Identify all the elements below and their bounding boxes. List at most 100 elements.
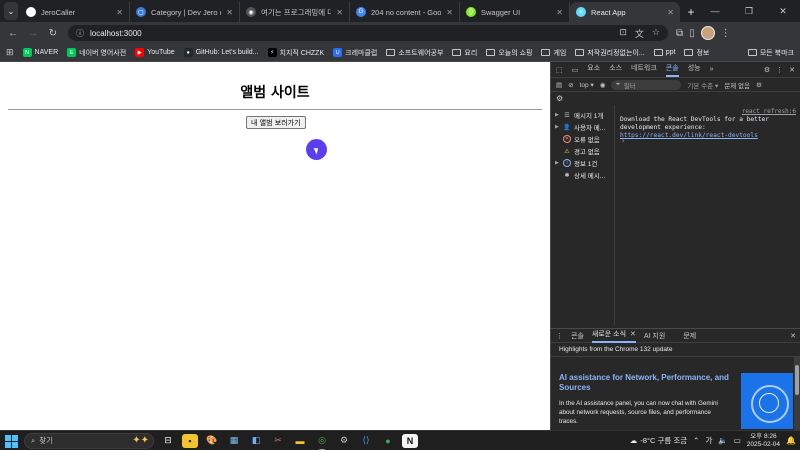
slack-icon[interactable]: ●	[380, 434, 396, 448]
filter-input[interactable]: ⏷ 필터	[611, 79, 682, 90]
bookmark-item[interactable]: ● GitHub: Let's build...	[183, 48, 259, 57]
back-button[interactable]: ←	[4, 24, 22, 42]
calculator-icon[interactable]: ▦	[226, 434, 242, 448]
devtools-tab[interactable]: 요소	[587, 63, 600, 77]
drawer-scrollbar[interactable]	[794, 357, 800, 431]
site-info-icon[interactable]: ⓘ	[76, 28, 84, 39]
clock[interactable]: 오후 8:26 2025-02-04	[747, 433, 780, 449]
scrollbar-thumb[interactable]	[795, 365, 799, 395]
language-icon[interactable]: 가	[705, 435, 712, 446]
minimize-button[interactable]: —	[698, 0, 732, 22]
close-tab-icon[interactable]: ✕	[446, 8, 453, 17]
taskbar-search[interactable]: ⌕ 찾기 ✦✦	[24, 432, 154, 449]
settings-app-icon[interactable]: ⚙	[336, 434, 352, 448]
bookmark-item[interactable]: N NAVER	[22, 48, 58, 57]
translate-icon[interactable]: 文	[635, 27, 644, 40]
bookmark-item[interactable]: 오늘의 쇼핑	[486, 48, 532, 58]
browser-tab[interactable]: ● JeroCaller ✕	[20, 2, 130, 22]
console-sidebar-item[interactable]: ▶ 👤 사용자 메...	[551, 121, 614, 133]
gear-icon[interactable]: ⚙	[556, 94, 563, 103]
view-my-album-button[interactable]: 내 앨범 보러가기	[246, 116, 306, 129]
close-drawer-icon[interactable]: ✕	[790, 332, 796, 340]
drawer-tab[interactable]: 새로운 소식 ✕	[591, 329, 636, 343]
bookmark-item[interactable]: 정보	[684, 48, 709, 58]
split-view-icon[interactable]: ▯	[689, 28, 695, 39]
log-levels-dropdown[interactable]: 기본 수준 ▾	[687, 80, 718, 90]
whats-new-headline[interactable]: AI assistance for Network, Performance, …	[559, 373, 729, 393]
live-expression-icon[interactable]: ◉	[600, 81, 606, 89]
vscode-icon[interactable]: ⟨⟩	[358, 434, 374, 448]
drawer-menu-icon[interactable]: ⋮	[556, 332, 563, 340]
kebab-menu-icon[interactable]: ⋮	[721, 28, 731, 39]
sidebar-toggle-icon[interactable]: ▤	[556, 81, 562, 89]
device-toolbar-icon[interactable]: ▭	[572, 66, 579, 74]
profile-avatar[interactable]	[700, 26, 715, 40]
close-tab-icon[interactable]: ✕	[630, 331, 636, 338]
bookmark-item[interactable]: 소프트웨어공부	[386, 48, 443, 58]
snipping-tool-icon[interactable]: ✂	[270, 434, 286, 448]
devtools-tab[interactable]: 콘솔	[665, 63, 679, 77]
bookmark-item[interactable]: 요리	[452, 48, 477, 58]
more-tabs-icon[interactable]: »	[710, 66, 714, 73]
close-devtools-icon[interactable]: ✕	[789, 66, 795, 74]
settings-gear-icon[interactable]: ⚙	[764, 66, 770, 74]
reload-button[interactable]: ↻	[44, 24, 62, 42]
console-sidebar-item[interactable]: ⚠ 경고 없음	[551, 145, 614, 157]
apps-grid-icon[interactable]: ⊞	[6, 47, 14, 58]
console-sidebar-item[interactable]: ✕ 오류 없음	[551, 133, 614, 145]
context-selector[interactable]: top ▾	[580, 81, 594, 89]
windows-start-button[interactable]	[4, 434, 18, 448]
all-bookmarks[interactable]: 모든 북마크	[747, 48, 794, 58]
photos-icon[interactable]: ◧	[248, 434, 264, 448]
console-prompt[interactable]: ›	[621, 137, 625, 145]
console-sidebar-item[interactable]: ▶ ☰ 메시지 1개	[551, 109, 614, 121]
inspect-element-icon[interactable]: ⬚	[556, 66, 563, 74]
volume-icon[interactable]: 🔈	[718, 436, 727, 445]
show-hidden-icons-icon[interactable]: ⌃	[693, 436, 699, 445]
close-tab-icon[interactable]: ✕	[226, 8, 233, 17]
source-link[interactable]: react_refresh:6	[620, 108, 796, 115]
console-sidebar-item[interactable]: ▶ i 정보 1건	[551, 157, 614, 169]
issues-indicator[interactable]: 문제 없음	[724, 80, 750, 90]
tab-search-button[interactable]: ⌄	[4, 2, 18, 20]
extensions-icon[interactable]: ⧉	[676, 28, 683, 39]
bookmark-item[interactable]: U 크레마클럽	[333, 48, 377, 58]
chrome-icon[interactable]: ◎	[314, 434, 330, 450]
drawer-tab[interactable]: AI 지원	[644, 331, 665, 341]
browser-tab[interactable]: {} Swagger UI ✕	[460, 2, 570, 22]
console-settings-icon[interactable]: ⚙	[756, 81, 762, 89]
clear-console-icon[interactable]: ⊘	[568, 81, 573, 89]
bookmark-item[interactable]: E 네이버 영어사전	[67, 48, 126, 58]
close-tab-icon[interactable]: ✕	[116, 8, 123, 17]
bookmark-item[interactable]: 저작권리정없는이...	[575, 48, 645, 58]
weather-widget[interactable]: ☁ -8°C 구름 조금	[630, 435, 687, 446]
devtools-tab[interactable]: 네트워크	[631, 63, 657, 77]
install-app-icon[interactable]: ⊡	[619, 27, 627, 40]
address-bar[interactable]: ⓘ localhost:3000 ⊡ 文 ☆	[68, 25, 668, 41]
close-tab-icon[interactable]: ✕	[556, 8, 563, 17]
devtools-menu-icon[interactable]: ⋮	[776, 66, 783, 74]
bookmark-item[interactable]: 게임	[541, 48, 566, 58]
sticky-notes-icon[interactable]: ▪	[182, 433, 198, 448]
notion-icon[interactable]: N	[402, 433, 418, 448]
paint-icon[interactable]: 🎨	[204, 434, 220, 448]
devtools-tab[interactable]: 소스	[609, 63, 622, 77]
issues-tab[interactable]: 문제	[683, 331, 696, 341]
close-window-button[interactable]: ✕	[766, 0, 800, 22]
notification-bell-icon[interactable]: 🔔	[786, 436, 796, 445]
battery-icon[interactable]: ▭	[734, 436, 741, 445]
browser-tab[interactable]: ◉ 여기는 프로그래밍에 대한 ✕	[240, 2, 350, 22]
file-explorer-icon[interactable]: ▬	[292, 434, 308, 448]
bookmark-item[interactable]: ▶ YouTube	[135, 48, 175, 57]
drawer-tab[interactable]: 콘솔	[571, 331, 584, 341]
console-sidebar-item[interactable]: ✱ 상세 메시...	[551, 169, 614, 181]
maximize-button[interactable]: ❐	[732, 0, 766, 22]
devtools-link[interactable]: https://react.dev/link/react-devtools	[620, 132, 758, 139]
browser-tab[interactable]: ▢ Category | Dev Jero on a ✕	[130, 2, 240, 22]
close-tab-icon[interactable]: ✕	[667, 8, 674, 17]
browser-tab[interactable]: G 204 no content - Googl ✕	[350, 2, 460, 22]
close-tab-icon[interactable]: ✕	[336, 8, 343, 17]
bookmark-star-icon[interactable]: ☆	[652, 27, 660, 40]
devtools-tab[interactable]: 성능	[688, 63, 701, 77]
new-tab-button[interactable]: +	[684, 3, 698, 21]
